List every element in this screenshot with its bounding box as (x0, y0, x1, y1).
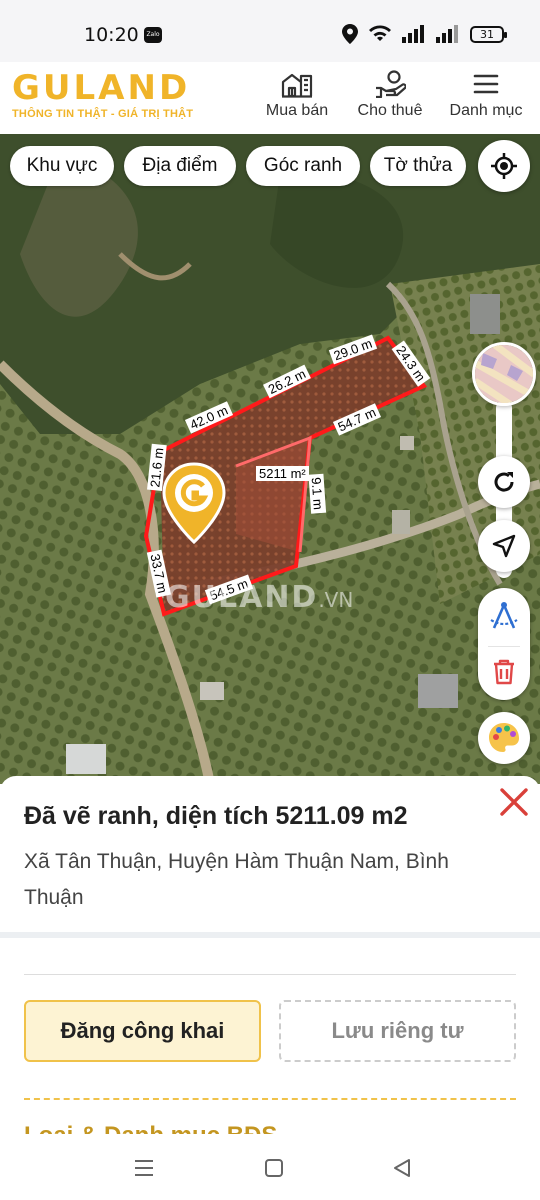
refresh-icon (494, 472, 514, 492)
divider (24, 974, 516, 975)
nav-label: Cho thuê (357, 102, 423, 119)
measure-compass-icon[interactable] (487, 600, 521, 634)
buildings-icon (281, 73, 313, 98)
map-watermark: GULAND.VN (165, 580, 354, 615)
section-divider (24, 1098, 516, 1100)
sheet-address: Xã Tân Thuận, Huyện Hàm Thuận Nam, Bình … (24, 850, 449, 909)
status-bar: 10:20 Zalo 31 (0, 0, 540, 62)
divider (0, 932, 540, 938)
location-icon (342, 24, 358, 44)
edge-label: 9.1 m (308, 473, 327, 514)
guland-map-pin-icon[interactable] (162, 462, 226, 544)
satellite-map[interactable]: 42.0 m 26.2 m 29.0 m 24.3 m 54.7 m 9.1 m… (0, 134, 540, 784)
section-heading: Loại & Danh mục BĐS (24, 1120, 277, 1134)
layer-thumbnail[interactable] (472, 342, 536, 406)
wifi-icon (369, 25, 391, 41)
sheet-title: Đã vẽ ranh, diện tích 5211.09 m2 (24, 802, 408, 830)
trash-icon[interactable] (491, 658, 517, 686)
logo-tagline: THÔNG TIN THẬT - GIÁ TRỊ THẬT (12, 108, 194, 120)
status-icons: 31 (342, 24, 507, 44)
nav-label: Danh mục (449, 102, 523, 119)
clock: 10:20 (84, 24, 139, 46)
publish-public-button[interactable]: Đăng công khai (24, 1000, 261, 1062)
home-icon[interactable] (262, 1156, 286, 1180)
nav-mua-ban[interactable]: Mua bán (262, 70, 332, 120)
navigate-button[interactable] (478, 520, 530, 572)
recent-apps-icon[interactable] (132, 1156, 156, 1180)
save-private-button[interactable]: Lưu riêng tư (279, 1000, 516, 1062)
filter-to-thua[interactable]: Tờ thửa (370, 146, 466, 186)
close-icon[interactable] (496, 784, 532, 820)
system-nav-bar (0, 1134, 540, 1200)
hand-key-icon (376, 70, 406, 98)
area-label: 5211 m² (256, 466, 309, 481)
filter-dia-diem[interactable]: Địa điểm (124, 146, 236, 186)
filter-khu-vuc[interactable]: Khu vực (10, 146, 114, 186)
battery-icon: 31 (470, 25, 507, 43)
map-style-button[interactable] (478, 712, 530, 764)
back-icon[interactable] (390, 1156, 414, 1180)
guland-logo[interactable]: GULAND THÔNG TIN THẬT - GIÁ TRỊ THẬT (12, 70, 193, 120)
drawing-tools (478, 588, 530, 700)
navigation-arrow-icon (492, 534, 516, 558)
satellite-imagery (0, 134, 540, 784)
signal-icon-2 (436, 25, 458, 43)
menu-icon (473, 74, 499, 94)
cadastral-thumb-icon (475, 345, 533, 403)
signal-icon (402, 25, 424, 43)
nav-danh-muc[interactable]: Danh mục (446, 70, 526, 120)
filter-goc-ranh[interactable]: Góc ranh (246, 146, 360, 186)
zalo-notification-icon: Zalo (144, 27, 162, 43)
nav-label: Mua bán (265, 102, 329, 119)
app-header: GULAND THÔNG TIN THẬT - GIÁ TRỊ THẬT Mua… (0, 62, 540, 134)
nav-cho-thue[interactable]: Cho thuê (354, 70, 426, 120)
reload-button[interactable] (478, 456, 530, 508)
crosshair-icon (491, 153, 517, 179)
palette-icon (489, 723, 519, 752)
my-location-button[interactable] (478, 140, 530, 192)
logo-text: GULAND (12, 68, 191, 108)
